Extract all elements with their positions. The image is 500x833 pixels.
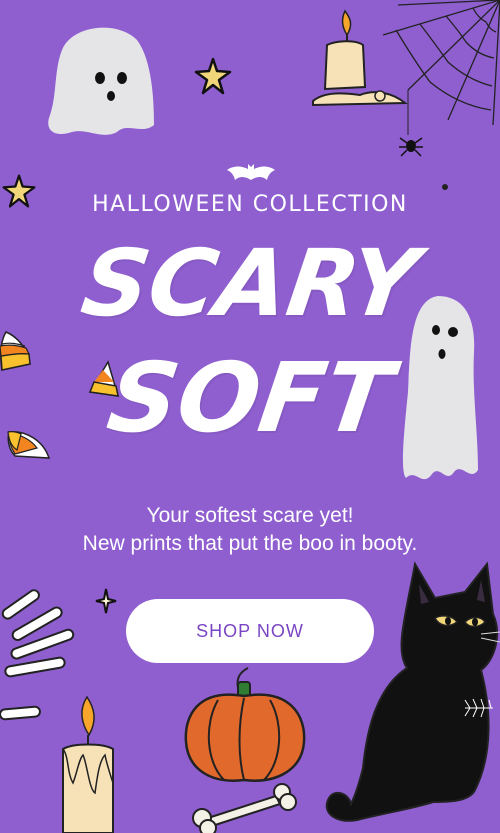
bat-icon <box>227 164 275 180</box>
spider-icon <box>399 137 423 157</box>
star-icon <box>194 57 232 95</box>
ghost-icon <box>48 27 154 135</box>
candy-corn-icon <box>0 331 31 371</box>
collection-kicker: HALLOWEEN COLLECTION <box>92 192 408 217</box>
pumpkin-icon <box>184 667 306 782</box>
candy-corn-icon <box>88 360 120 397</box>
black-cat-icon <box>325 561 500 822</box>
tagline-line-1: Your softest scare yet! <box>146 504 354 527</box>
sparkle-icon <box>95 588 117 614</box>
ghost-icon <box>402 296 478 480</box>
promo-banner: HALLOWEEN COLLECTION SCARY SOFT Your sof… <box>0 0 500 833</box>
tagline-line-2: New prints that put the boo in booty. <box>82 532 418 555</box>
dot-icon <box>442 184 448 190</box>
candy-corn-icon <box>7 431 51 459</box>
candle-icon <box>62 695 114 833</box>
bone-icon <box>192 783 297 833</box>
spiderweb-icon <box>382 0 500 135</box>
